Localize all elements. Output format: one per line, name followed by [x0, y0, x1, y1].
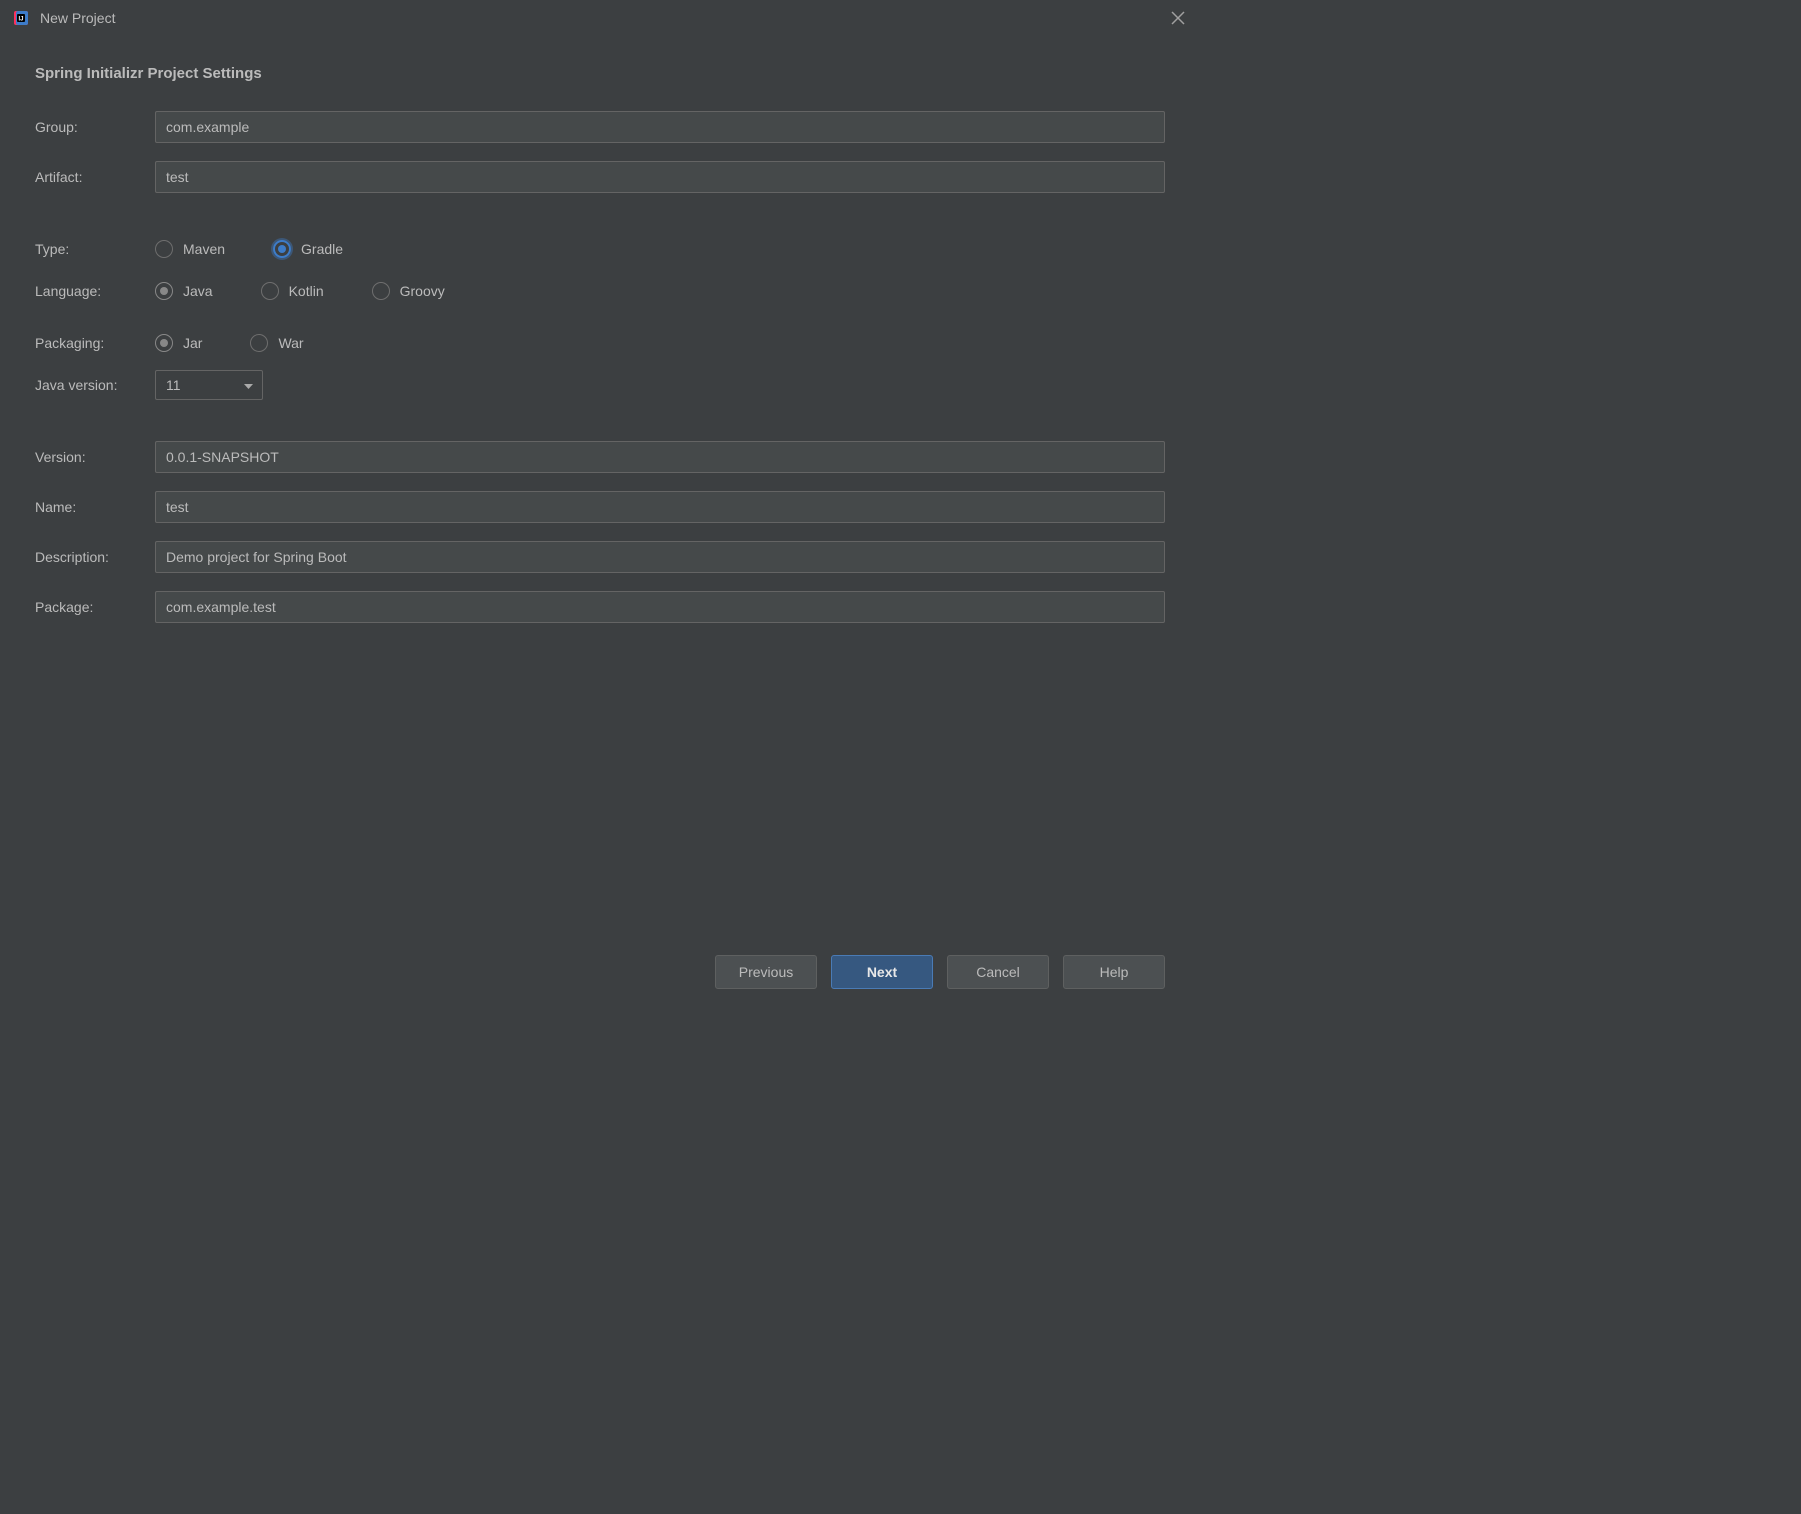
- radio-icon: [155, 334, 173, 352]
- group-input[interactable]: [155, 111, 1165, 143]
- radio-icon: [273, 240, 291, 258]
- app-icon: IJ: [12, 9, 30, 27]
- packaging-row: Packaging: Jar War: [35, 326, 1165, 360]
- language-java-label: Java: [183, 283, 213, 299]
- description-input[interactable]: [155, 541, 1165, 573]
- type-radio-group: Maven Gradle: [155, 240, 391, 258]
- packaging-label: Packaging:: [35, 335, 155, 351]
- name-label: Name:: [35, 499, 155, 515]
- language-kotlin-radio[interactable]: Kotlin: [261, 282, 324, 300]
- previous-button[interactable]: Previous: [715, 955, 817, 989]
- type-maven-radio[interactable]: Maven: [155, 240, 225, 258]
- name-row: Name:: [35, 490, 1165, 524]
- java-version-select[interactable]: [155, 370, 263, 400]
- footer: Previous Next Cancel Help: [0, 937, 1200, 1009]
- radio-icon: [372, 282, 390, 300]
- window-title: New Project: [40, 10, 115, 26]
- radio-icon: [155, 282, 173, 300]
- title-bar: IJ New Project: [0, 0, 1200, 35]
- version-label: Version:: [35, 449, 155, 465]
- description-label: Description:: [35, 549, 155, 565]
- packaging-war-radio[interactable]: War: [250, 334, 303, 352]
- packaging-jar-radio[interactable]: Jar: [155, 334, 202, 352]
- close-button[interactable]: [1168, 8, 1188, 28]
- type-gradle-label: Gradle: [301, 241, 343, 257]
- next-button[interactable]: Next: [831, 955, 933, 989]
- artifact-row: Artifact:: [35, 160, 1165, 194]
- type-row: Type: Maven Gradle: [35, 232, 1165, 266]
- package-input[interactable]: [155, 591, 1165, 623]
- type-maven-label: Maven: [183, 241, 225, 257]
- artifact-label: Artifact:: [35, 169, 155, 185]
- type-label: Type:: [35, 241, 155, 257]
- page-heading: Spring Initializr Project Settings: [35, 65, 1165, 82]
- type-gradle-radio[interactable]: Gradle: [273, 240, 343, 258]
- java-version-row: Java version:: [35, 368, 1165, 402]
- language-label: Language:: [35, 283, 155, 299]
- packaging-war-label: War: [278, 335, 303, 351]
- radio-icon: [155, 240, 173, 258]
- language-groovy-label: Groovy: [400, 283, 445, 299]
- group-label: Group:: [35, 119, 155, 135]
- description-row: Description:: [35, 540, 1165, 574]
- cancel-button[interactable]: Cancel: [947, 955, 1049, 989]
- name-input[interactable]: [155, 491, 1165, 523]
- version-row: Version:: [35, 440, 1165, 474]
- java-version-label: Java version:: [35, 377, 155, 393]
- language-row: Language: Java Kotlin Groovy: [35, 274, 1165, 308]
- radio-icon: [250, 334, 268, 352]
- packaging-jar-label: Jar: [183, 335, 202, 351]
- package-label: Package:: [35, 599, 155, 615]
- package-row: Package:: [35, 590, 1165, 624]
- language-java-radio[interactable]: Java: [155, 282, 213, 300]
- version-input[interactable]: [155, 441, 1165, 473]
- content-area: Spring Initializr Project Settings Group…: [0, 35, 1200, 937]
- radio-icon: [261, 282, 279, 300]
- svg-text:IJ: IJ: [19, 16, 24, 22]
- language-radio-group: Java Kotlin Groovy: [155, 282, 493, 300]
- group-row: Group:: [35, 110, 1165, 144]
- help-button[interactable]: Help: [1063, 955, 1165, 989]
- artifact-input[interactable]: [155, 161, 1165, 193]
- language-kotlin-label: Kotlin: [289, 283, 324, 299]
- packaging-radio-group: Jar War: [155, 334, 352, 352]
- language-groovy-radio[interactable]: Groovy: [372, 282, 445, 300]
- java-version-select-wrapper: [155, 370, 263, 400]
